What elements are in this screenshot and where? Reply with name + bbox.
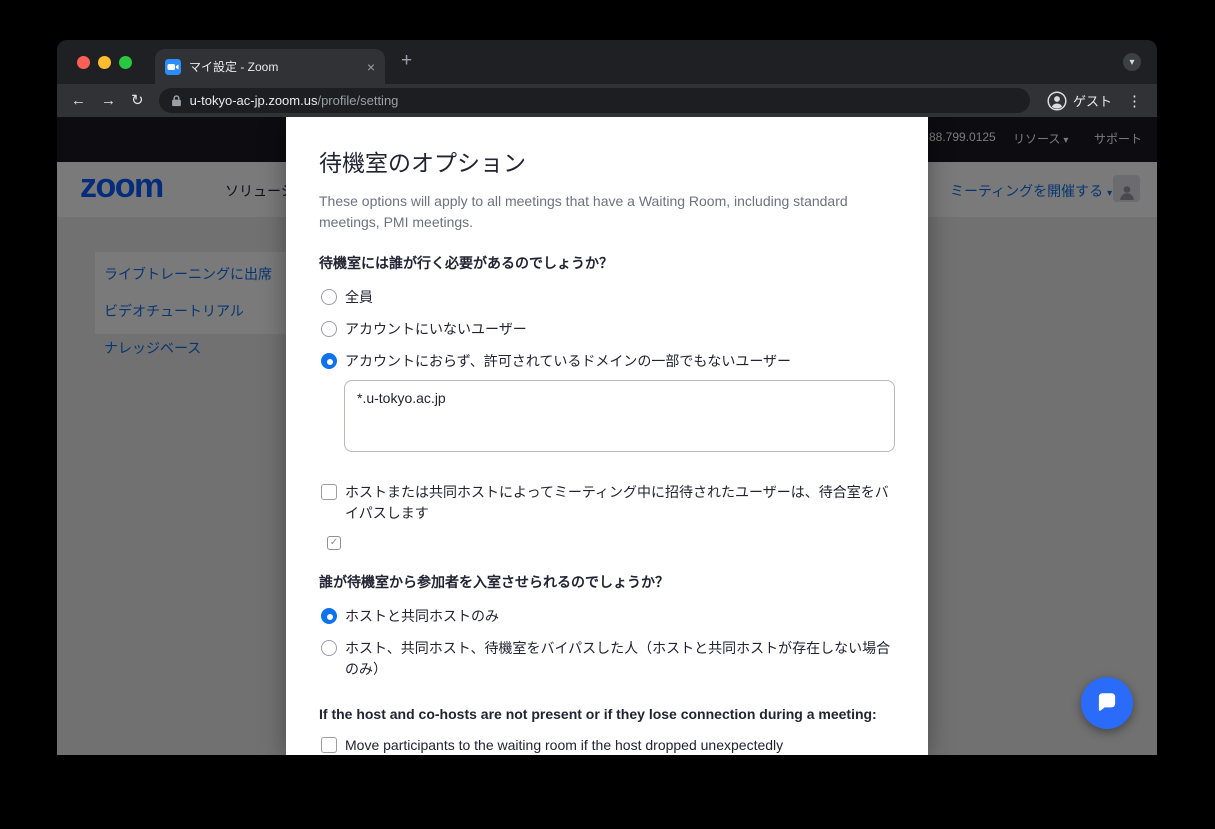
close-tab-icon[interactable]: × <box>367 60 375 74</box>
chat-widget-button[interactable] <box>1081 677 1133 729</box>
chat-bubble-icon <box>1094 690 1120 716</box>
lock-icon <box>171 94 182 107</box>
tab-strip: マイ設定 - Zoom × + ▾ <box>57 40 1157 84</box>
close-window-button[interactable] <box>77 56 90 69</box>
url-domain: u-tokyo-ac-jp.zoom.us <box>190 93 318 108</box>
window-controls <box>77 56 132 69</box>
checkbox-bypass-invited-users[interactable]: ホストまたは共同ホストによってミーティング中に招待されたユーザーは、待合室をバイ… <box>321 482 895 524</box>
page-viewport: 88.799.0125 リソース▾ サポート zoom ソリューション ミーティ… <box>57 117 1157 755</box>
radio-icon[interactable] <box>321 289 337 305</box>
tab-title: マイ設定 - Zoom <box>189 58 359 75</box>
radio-option-host-cohosts-bypassers[interactable]: ホスト、共同ホスト、待機室をバイパスした人（ホストと共同ホストが存在しない場合の… <box>321 638 895 680</box>
reload-icon[interactable]: ↻ <box>131 93 144 108</box>
waiting-room-options-dialog: 待機室のオプション These options will apply to al… <box>286 117 928 755</box>
checkbox-icon[interactable] <box>321 737 337 753</box>
address-bar[interactable]: u-tokyo-ac-jp.zoom.us/profile/setting <box>159 88 1030 113</box>
forward-icon[interactable]: → <box>101 93 116 108</box>
new-tab-button[interactable]: + <box>401 50 412 72</box>
radio-option-everyone[interactable]: 全員 <box>321 287 895 308</box>
checkbox-move-participants[interactable]: Move participants to the waiting room if… <box>321 735 895 755</box>
browser-window: マイ設定 - Zoom × + ▾ ← → ↻ u-tokyo-ac-jp.zo… <box>57 40 1157 755</box>
tab-search-chevron-icon[interactable]: ▾ <box>1123 53 1141 71</box>
zoom-window-button[interactable] <box>119 56 132 69</box>
back-icon[interactable]: ← <box>71 93 86 108</box>
zoom-favicon-icon <box>165 59 181 75</box>
radio-icon[interactable] <box>321 640 337 656</box>
question-who-goes-to-waiting-room: 待機室には誰が行く必要があるのでしょうか？ <box>319 253 895 273</box>
guest-label: ゲスト <box>1073 91 1112 110</box>
browser-menu-icon[interactable]: ⋮ <box>1127 92 1143 110</box>
mini-check-icon: ✓ <box>327 536 341 550</box>
radio-selected-icon[interactable] <box>321 353 337 369</box>
minimize-window-button[interactable] <box>98 56 111 69</box>
radio-selected-icon[interactable] <box>321 608 337 624</box>
url-path: /profile/setting <box>317 93 398 108</box>
radio-option-host-cohosts-only[interactable]: ホストと共同ホストのみ <box>321 606 895 627</box>
checkbox-icon[interactable] <box>321 484 337 500</box>
allowed-domains-textarea[interactable]: *.u-tokyo.ac.jp <box>344 380 895 452</box>
browser-toolbar: ← → ↻ u-tokyo-ac-jp.zoom.us/profile/sett… <box>57 84 1157 117</box>
radio-option-users-not-in-account[interactable]: アカウントにいないユーザー <box>321 319 895 340</box>
question-who-can-admit: 誰が待機室から参加者を入室させられるのでしょうか？ <box>319 572 895 592</box>
browser-tab[interactable]: マイ設定 - Zoom × <box>155 49 385 84</box>
radio-icon[interactable] <box>321 321 337 337</box>
dialog-description: These options will apply to all meetings… <box>319 191 859 233</box>
dialog-title: 待機室のオプション <box>319 144 895 178</box>
browser-profile-chip[interactable]: ゲスト <box>1047 91 1112 111</box>
guest-avatar-icon <box>1047 91 1067 111</box>
question-host-not-present: If the host and co-hosts are not present… <box>319 706 895 722</box>
radio-option-users-not-in-allowed-domains[interactable]: アカウントにおらず、許可されているドメインの一部でもないユーザー <box>321 351 895 372</box>
